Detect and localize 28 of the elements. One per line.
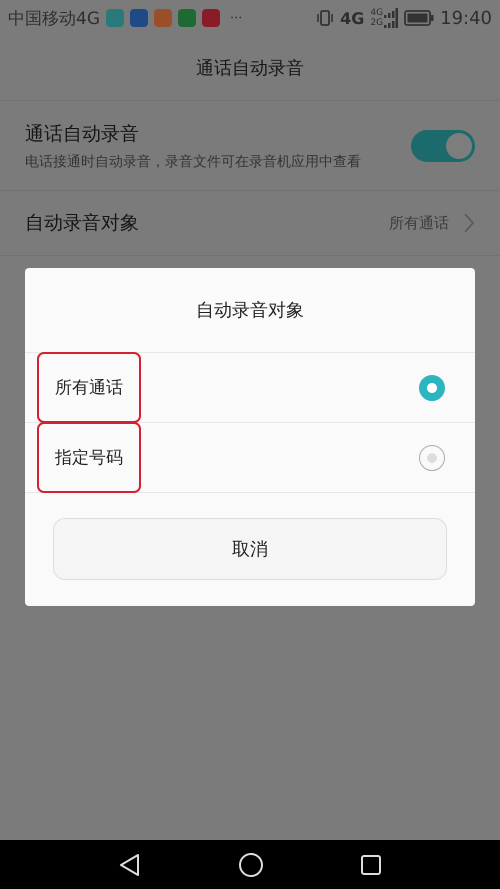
network-type: 4G xyxy=(340,8,364,28)
radio-button[interactable] xyxy=(419,374,445,400)
setting-value: 所有通话 xyxy=(389,214,449,232)
home-icon[interactable] xyxy=(238,852,264,878)
setting-description: 电话接通时自动录音，录音文件可在录音机应用中查看 xyxy=(25,152,362,170)
back-icon[interactable] xyxy=(118,852,142,876)
signal-icon xyxy=(384,8,398,18)
more-notifications: ··· xyxy=(230,10,242,26)
clock-time: 19:40 xyxy=(440,8,492,28)
dialog-title: 自动录音对象 xyxy=(25,268,475,353)
radio-button[interactable] xyxy=(419,444,445,470)
setting-title: 通话自动录音 xyxy=(25,122,140,146)
sim-network-label: 4G xyxy=(370,8,384,18)
cancel-button[interactable]: 取消 xyxy=(53,518,447,580)
chevron-right-icon xyxy=(463,212,475,234)
battery-icon xyxy=(404,10,434,26)
option-row[interactable]: 所有通话 xyxy=(25,353,475,423)
option-label: 指定号码 xyxy=(37,422,141,493)
signal-icon xyxy=(384,18,398,28)
setting-title: 自动录音对象 xyxy=(25,211,139,236)
recents-icon[interactable] xyxy=(360,854,382,876)
toggle-switch[interactable] xyxy=(411,130,475,162)
option-label: 所有通话 xyxy=(37,352,141,423)
option-row[interactable]: 指定号码 xyxy=(25,423,475,493)
page-title: 通话自动录音 xyxy=(196,57,304,80)
vibrate-icon xyxy=(316,9,334,27)
sim-network-label: 2G xyxy=(370,18,384,28)
carrier-name: 中国移动4G xyxy=(8,8,100,30)
